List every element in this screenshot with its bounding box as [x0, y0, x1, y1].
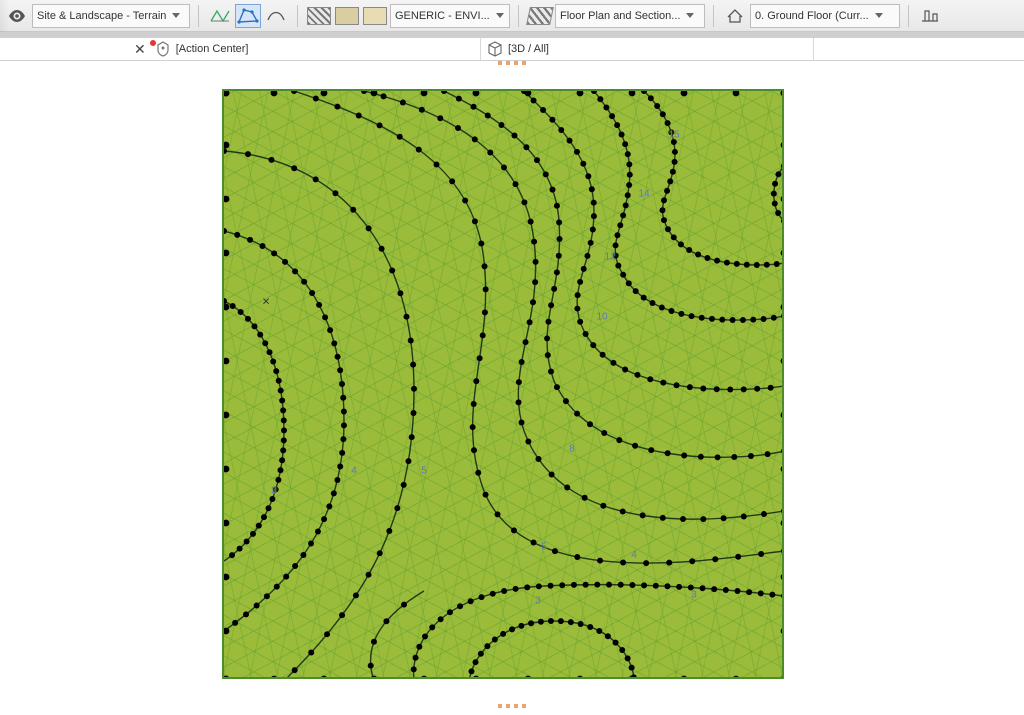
story-group: 0. Ground Floor (Curr...	[722, 3, 900, 29]
cube-3d-icon	[487, 41, 503, 57]
elevation-label: 5	[541, 542, 547, 553]
elevation-label: 4	[351, 466, 357, 477]
view-dropdown[interactable]: Floor Plan and Section...	[555, 4, 705, 28]
elevation-label: 12	[604, 252, 615, 263]
toolbar-separator	[198, 5, 199, 27]
contour-lines	[224, 91, 784, 679]
action-center-icon	[155, 41, 171, 57]
toolbar-separator	[713, 5, 714, 27]
layer-group: Site & Landscape - Terrain	[4, 3, 190, 29]
tabbar-spacer	[0, 38, 128, 60]
section-hatch-icon[interactable]	[527, 4, 553, 28]
layer-dropdown[interactable]: Site & Landscape - Terrain	[32, 4, 190, 28]
mesh-poly-icon[interactable]	[235, 4, 261, 28]
elevation-label: 5	[421, 466, 427, 477]
toolbar-separator	[297, 5, 298, 27]
terrain-surface[interactable]: 3 4 5 8 10 12 14 15 5 4 3 3 ×	[222, 89, 784, 679]
chevron-down-icon	[496, 13, 504, 18]
elevation-label: 3	[691, 590, 697, 601]
tab-action-center-label: [Action Center]	[176, 43, 249, 55]
mesh-rect-icon[interactable]	[207, 4, 233, 28]
elevation-label: 3	[271, 486, 277, 497]
fill-swatch-icon[interactable]	[334, 4, 360, 28]
elevation-label: 14	[638, 189, 649, 200]
close-icon[interactable]: ✕	[134, 42, 146, 56]
view-dropdown-label: Floor Plan and Section...	[560, 10, 680, 22]
mesh-free-icon[interactable]	[263, 4, 289, 28]
story-dropdown[interactable]: 0. Ground Floor (Curr...	[750, 4, 900, 28]
chevron-down-icon	[875, 13, 883, 18]
elevation-label: 8	[569, 444, 575, 455]
story-dropdown-label: 0. Ground Floor (Curr...	[755, 10, 869, 22]
view-tab-bar: ✕ [Action Center] [3D / All]	[0, 38, 1024, 61]
tab-3d-all-label: [3D / All]	[508, 43, 549, 55]
edit-cursor-icon: ×	[262, 294, 270, 309]
splitter-grip-bottom-icon[interactable]	[498, 704, 526, 708]
main-toolbar: Site & Landscape - Terrain GENERIC - ENV…	[0, 0, 1024, 32]
toolbar-separator	[908, 5, 909, 27]
material-dropdown-label: GENERIC - ENVI...	[395, 10, 490, 22]
hatch-icon[interactable]	[306, 4, 332, 28]
home-story-icon[interactable]	[722, 4, 748, 28]
notification-dot-icon	[150, 40, 156, 46]
toolbar-separator	[518, 5, 519, 27]
layer-dropdown-label: Site & Landscape - Terrain	[37, 10, 166, 22]
terrain-object[interactable]: 3 4 5 8 10 12 14 15 5 4 3 3 ×	[222, 89, 784, 679]
elevation-link-icon[interactable]	[917, 4, 943, 28]
chevron-down-icon	[172, 13, 180, 18]
view-group: Floor Plan and Section...	[527, 3, 705, 29]
geometry-method-group	[207, 3, 289, 29]
elevation-label: 10	[596, 312, 607, 323]
elevation-label: 4	[631, 550, 637, 561]
chevron-down-icon	[686, 13, 694, 18]
eye-icon[interactable]	[4, 4, 30, 28]
tab-3d-all[interactable]: [3D / All]	[481, 38, 814, 60]
fill-swatch2-icon[interactable]	[362, 4, 388, 28]
tab-action-center[interactable]: ✕ [Action Center]	[128, 38, 481, 60]
surface-group: GENERIC - ENVI...	[306, 3, 510, 29]
elevation-label: 3	[535, 596, 541, 607]
material-dropdown[interactable]: GENERIC - ENVI...	[390, 4, 510, 28]
model-viewport[interactable]: 3 4 5 8 10 12 14 15 5 4 3 3 ×	[0, 65, 1024, 715]
elevation-label: 15	[668, 130, 679, 141]
